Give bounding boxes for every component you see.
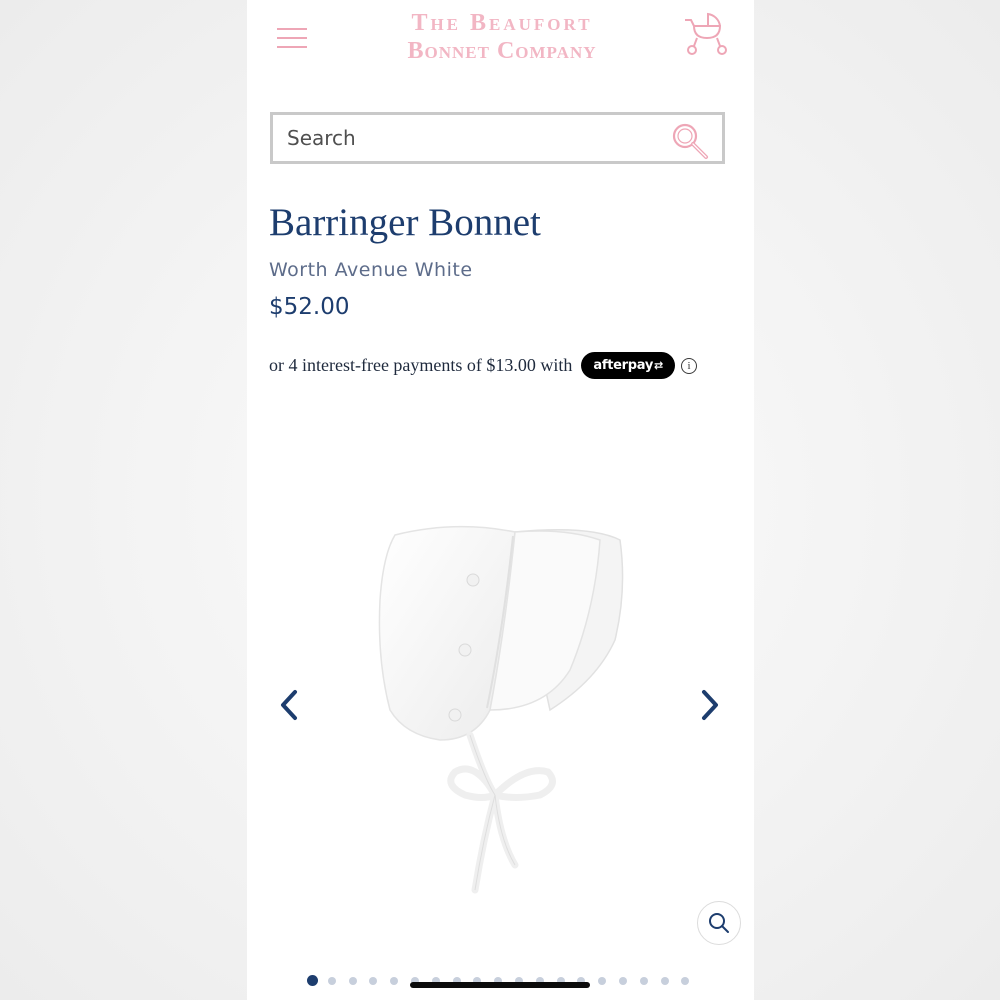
product-gallery — [247, 420, 754, 965]
gallery-dot[interactable] — [639, 977, 648, 985]
search-bar — [270, 112, 725, 164]
product-title: Barringer Bonnet — [269, 201, 541, 244]
gallery-dot[interactable] — [681, 977, 690, 985]
phone-screen: The Beaufort Bonnet Company Search Barri… — [247, 0, 754, 1000]
logo-line-2: Bonnet Company — [407, 38, 597, 64]
installment-message: or 4 interest-free payments of $13.00 wi… — [269, 352, 697, 379]
gallery-dot[interactable] — [307, 975, 318, 986]
afterpay-badge[interactable]: afterpay⇄ — [581, 352, 675, 379]
logo-line-1: The Beaufort — [411, 10, 593, 36]
gallery-dot[interactable] — [619, 977, 627, 985]
zoom-button[interactable] — [697, 901, 741, 945]
afterpay-arrows-icon: ⇄ — [654, 359, 663, 372]
afterpay-label: afterpay — [593, 358, 654, 373]
gallery-dot[interactable] — [369, 977, 378, 985]
chevron-right-icon[interactable] — [694, 688, 724, 722]
brand-logo[interactable]: The Beaufort Bonnet Company — [341, 9, 663, 65]
product-image — [378, 525, 624, 894]
gallery-dot[interactable] — [660, 977, 669, 985]
gallery-dot[interactable] — [327, 977, 336, 985]
home-indicator — [410, 982, 590, 988]
product-variant: Worth Avenue White — [269, 259, 473, 281]
product-price: $52.00 — [269, 294, 350, 320]
gallery-dot[interactable] — [348, 977, 357, 985]
search-input[interactable] — [287, 123, 647, 153]
chevron-left-icon[interactable] — [275, 688, 305, 722]
hamburger-menu-icon[interactable] — [275, 22, 309, 52]
info-icon[interactable]: i — [680, 357, 697, 374]
installment-text: or 4 interest-free payments of $13.00 wi… — [269, 355, 573, 375]
baby-carriage-cart-icon[interactable] — [679, 8, 731, 58]
site-header: The Beaufort Bonnet Company — [247, 0, 754, 80]
magnifying-glass-icon — [709, 913, 729, 933]
gallery-dot[interactable] — [598, 977, 607, 985]
gallery-dot[interactable] — [390, 977, 399, 985]
magnifying-glass-icon[interactable] — [671, 122, 711, 162]
